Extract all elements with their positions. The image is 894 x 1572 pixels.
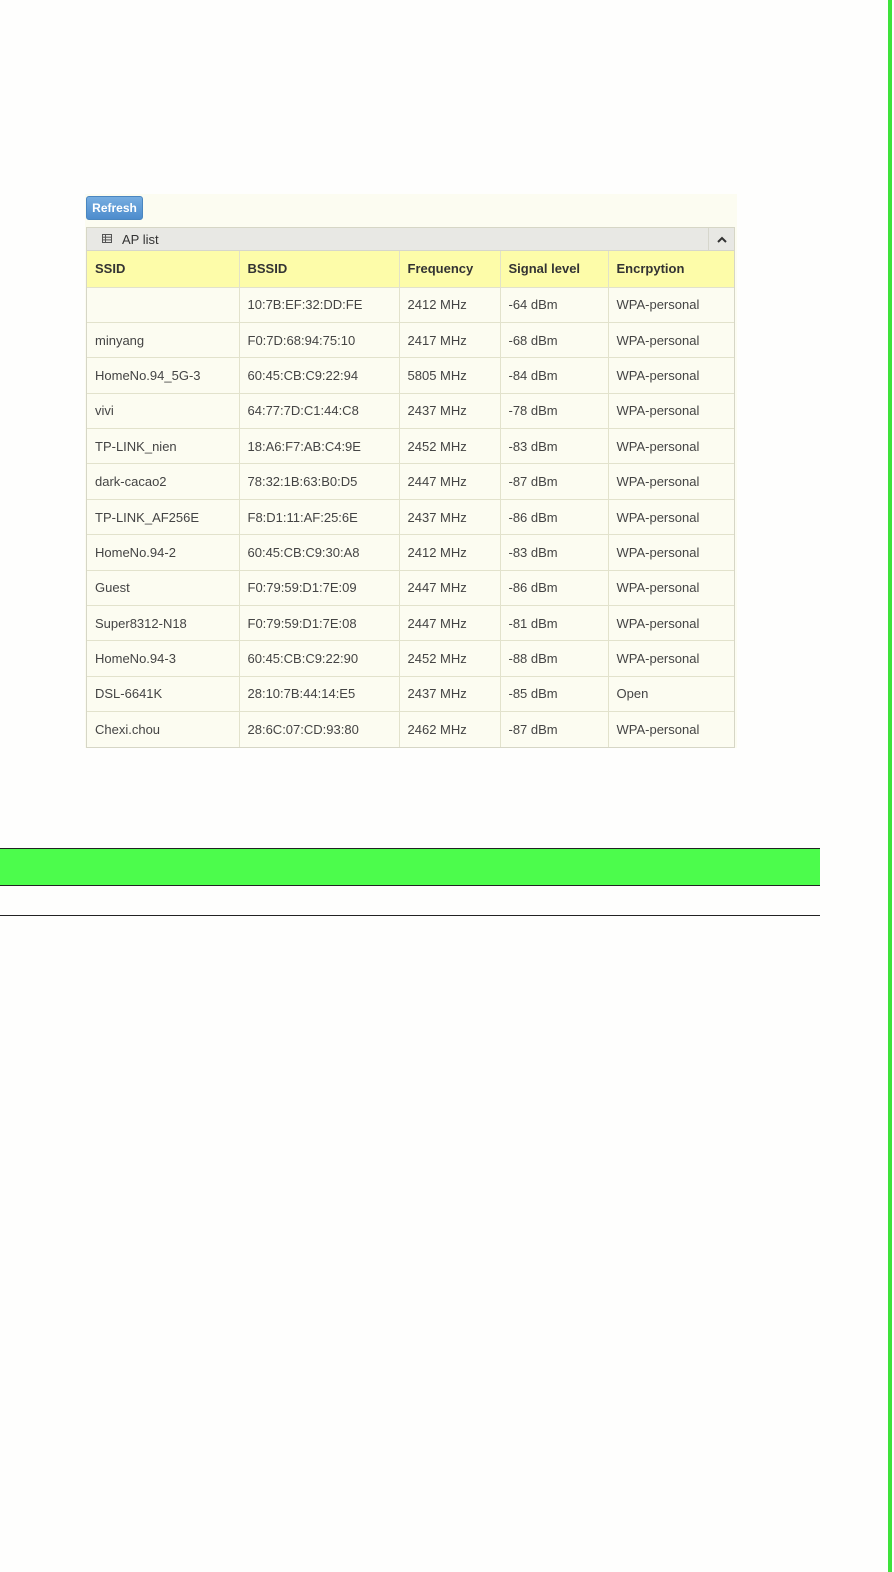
table-row: 10:7B:EF:32:DD:FE 2412 MHz -64 dBm WPA-pers… (87, 286, 734, 323)
cell-encryption: WPA-personal (608, 392, 734, 429)
cell-signal: -83 dBm (500, 534, 609, 571)
page-edge-bar (888, 0, 892, 1572)
section-band (0, 848, 820, 886)
cell-ssid: TP-LINK_AF256E (87, 498, 240, 535)
table-row: TP-LINK_nien 18:A6:F7:AB:C4:9E 2452 MHz -83… (87, 428, 734, 464)
cell-frequency: 2417 MHz (399, 321, 501, 358)
cell-encryption: WPA-personal (608, 357, 734, 394)
cell-frequency: 2437 MHz (399, 498, 501, 535)
cell-bssid: 28:6C:07:CD:93:80 (239, 711, 400, 748)
table-row: dark-cacao2 78:32:1B:63:B0:D5 2447 MHz -87 … (87, 463, 734, 500)
ap-table: SSID BSSID Frequency Signal level Encrpytion… (87, 251, 734, 748)
table-row: minyang F0:7D:68:94:75:10 2417 MHz -68 dBm W… (87, 321, 734, 358)
cell-signal: -68 dBm (500, 321, 609, 358)
cell-ssid: HomeNo.94-2 (87, 534, 240, 571)
refresh-button[interactable]: Refresh (86, 196, 143, 220)
chevron-up-icon (717, 236, 727, 243)
cell-ssid: TP-LINK_nien (87, 428, 240, 464)
cell-frequency: 2437 MHz (399, 392, 501, 429)
cell-signal: -87 dBm (500, 711, 609, 748)
cell-signal: -85 dBm (500, 675, 609, 712)
cell-ssid: Super8312-N18 (87, 605, 240, 641)
cell-ssid: Guest (87, 569, 240, 606)
cell-bssid: F8:D1:11:AF:25:6E (239, 498, 400, 535)
cell-encryption: WPA-personal (608, 428, 734, 464)
table-icon (102, 234, 112, 243)
table-body: 10:7B:EF:32:DD:FE 2412 MHz -64 dBm WPA-pers… (87, 286, 734, 748)
cell-signal: -64 dBm (500, 286, 609, 323)
cell-ssid: HomeNo.94-3 (87, 640, 240, 677)
cell-ssid: minyang (87, 321, 240, 358)
cell-encryption: WPA-personal (608, 569, 734, 606)
cell-bssid: 18:A6:F7:AB:C4:9E (239, 428, 400, 464)
cell-ssid: dark-cacao2 (87, 463, 240, 500)
cell-frequency: 2447 MHz (399, 605, 501, 641)
cell-bssid: 10:7B:EF:32:DD:FE (239, 286, 400, 323)
cell-bssid: F0:79:59:D1:7E:09 (239, 569, 400, 606)
table-row: TP-LINK_AF256E F8:D1:11:AF:25:6E 2437 MHz -… (87, 498, 734, 535)
cell-signal: -84 dBm (500, 357, 609, 394)
cell-signal: -86 dBm (500, 498, 609, 535)
table-row: Chexi.chou 28:6C:07:CD:93:80 2462 MHz -87 d… (87, 711, 734, 748)
cell-signal: -86 dBm (500, 569, 609, 606)
cell-frequency: 2437 MHz (399, 675, 501, 712)
table-row: Super8312-N18 F0:79:59:D1:7E:08 2447 MHz -8… (87, 605, 734, 641)
cell-bssid: 60:45:CB:C9:22:94 (239, 357, 400, 394)
cell-ssid (87, 286, 240, 323)
cell-ssid: HomeNo.94_5G-3 (87, 357, 240, 394)
table-row: DSL-6641K 28:10:7B:44:14:E5 2437 MHz -85 dB… (87, 675, 734, 712)
cell-frequency: 2412 MHz (399, 286, 501, 323)
column-header-frequency: Frequency (399, 251, 501, 287)
cell-ssid: vivi (87, 392, 240, 429)
cell-bssid: 60:45:CB:C9:30:A8 (239, 534, 400, 571)
table-row: vivi 64:77:7D:C1:44:C8 2437 MHz -78 dBm WPA-… (87, 392, 734, 429)
cell-encryption: WPA-personal (608, 640, 734, 677)
column-header-ssid: SSID (87, 251, 240, 287)
divider (0, 915, 820, 916)
column-header-signal: Signal level (500, 251, 609, 287)
cell-frequency: 2452 MHz (399, 428, 501, 464)
table-row: HomeNo.94_5G-3 60:45:CB:C9:22:94 5805 MHz -… (87, 357, 734, 394)
cell-ssid: Chexi.chou (87, 711, 240, 748)
ap-list-panel: Refresh AP list SSID BSSID Frequency Sig… (85, 194, 737, 748)
cell-encryption: WPA-personal (608, 321, 734, 358)
cell-encryption: Open (608, 675, 734, 712)
cell-signal: -81 dBm (500, 605, 609, 641)
cell-encryption: WPA-personal (608, 498, 734, 535)
cell-bssid: 28:10:7B:44:14:E5 (239, 675, 400, 712)
cell-signal: -88 dBm (500, 640, 609, 677)
cell-frequency: 2452 MHz (399, 640, 501, 677)
cell-bssid: F0:79:59:D1:7E:08 (239, 605, 400, 641)
collapse-button[interactable] (708, 228, 734, 250)
cell-bssid: 64:77:7D:C1:44:C8 (239, 392, 400, 429)
table-row: HomeNo.94-3 60:45:CB:C9:22:90 2452 MHz -88 … (87, 640, 734, 677)
column-header-encryption: Encrpytion (608, 251, 734, 287)
cell-frequency: 2447 MHz (399, 463, 501, 500)
ap-list-title: AP list (122, 232, 159, 247)
cell-encryption: WPA-personal (608, 605, 734, 641)
cell-encryption: WPA-personal (608, 534, 734, 571)
cell-signal: -78 dBm (500, 392, 609, 429)
cell-frequency: 2447 MHz (399, 569, 501, 606)
cell-signal: -83 dBm (500, 428, 609, 464)
cell-encryption: WPA-personal (608, 711, 734, 748)
cell-encryption: WPA-personal (608, 463, 734, 500)
ap-list-header: AP list (87, 228, 734, 251)
cell-frequency: 2412 MHz (399, 534, 501, 571)
cell-bssid: F0:7D:68:94:75:10 (239, 321, 400, 358)
table-row: Guest F0:79:59:D1:7E:09 2447 MHz -86 dBm WPA… (87, 569, 734, 606)
table-header-row: SSID BSSID Frequency Signal level Encrpytion (87, 251, 734, 287)
cell-ssid: DSL-6641K (87, 675, 240, 712)
cell-bssid: 60:45:CB:C9:22:90 (239, 640, 400, 677)
column-header-bssid: BSSID (239, 251, 400, 287)
cell-signal: -87 dBm (500, 463, 609, 500)
ap-list-box: AP list SSID BSSID Frequency Signal level En… (86, 227, 735, 748)
cell-frequency: 5805 MHz (399, 357, 501, 394)
table-row: HomeNo.94-2 60:45:CB:C9:30:A8 2412 MHz -83 … (87, 534, 734, 571)
cell-bssid: 78:32:1B:63:B0:D5 (239, 463, 400, 500)
cell-encryption: WPA-personal (608, 286, 734, 323)
cell-frequency: 2462 MHz (399, 711, 501, 748)
